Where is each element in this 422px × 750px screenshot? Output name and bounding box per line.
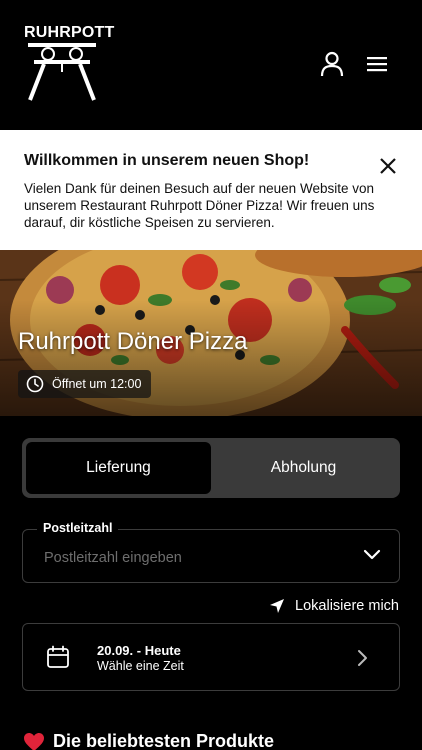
popular-products-heading: Die beliebtesten Produkte	[23, 731, 274, 750]
hamburger-menu-icon	[367, 57, 387, 72]
postcode-field[interactable]: Postleitzahl Postleitzahl eingeben	[22, 521, 400, 583]
banner-text: Vielen Dank für deinen Besuch auf der ne…	[24, 181, 375, 230]
app-header: RUHRPOTT	[0, 0, 422, 130]
opening-status-badge: Öffnet um 12:00	[18, 370, 152, 398]
opening-status-text: Öffnet um 12:00	[52, 377, 142, 391]
logo-text: RUHRPOTT	[24, 24, 115, 41]
close-icon[interactable]	[378, 156, 398, 176]
time-picker[interactable]: 20.09. - Heute Wähle eine Zeit	[22, 623, 400, 691]
calendar-icon	[47, 645, 69, 668]
localize-me-button[interactable]: Lokalisiere mich	[269, 598, 399, 614]
user-icon	[320, 51, 344, 77]
popular-products-title: Die beliebtesten Produkte	[53, 731, 275, 750]
chevron-right-icon	[358, 650, 367, 666]
welcome-banner: Willkommen in unserem neuen Shop! Vielen…	[0, 130, 422, 250]
postcode-label: Postleitzahl	[37, 521, 119, 535]
account-button[interactable]	[318, 50, 346, 78]
postcode-placeholder: Postleitzahl eingeben	[44, 550, 182, 566]
delivery-option[interactable]: Lieferung	[26, 442, 211, 494]
order-mode-toggle: Lieferung Abholung	[22, 438, 400, 498]
heart-icon	[24, 732, 44, 750]
selected-date: 20.09. - Heute	[97, 643, 181, 658]
restaurant-hero: Ruhrpott Döner Pizza Öffnet um 12:00	[0, 250, 422, 416]
mine-headframe-icon	[28, 43, 96, 101]
location-arrow-icon	[270, 599, 285, 613]
ruhrpott-logo[interactable]: RUHRPOTT	[24, 24, 115, 104]
banner-title: Willkommen in unserem neuen Shop!	[24, 152, 310, 169]
menu-button[interactable]	[363, 50, 391, 78]
pickup-option[interactable]: Abholung	[211, 442, 396, 494]
restaurant-name: Ruhrpott Döner Pizza	[18, 328, 248, 355]
chevron-down-icon[interactable]	[363, 549, 381, 561]
localize-label: Lokalisiere mich	[295, 598, 399, 614]
clock-icon	[26, 375, 44, 393]
choose-time-label: Wähle eine Zeit	[97, 659, 184, 673]
